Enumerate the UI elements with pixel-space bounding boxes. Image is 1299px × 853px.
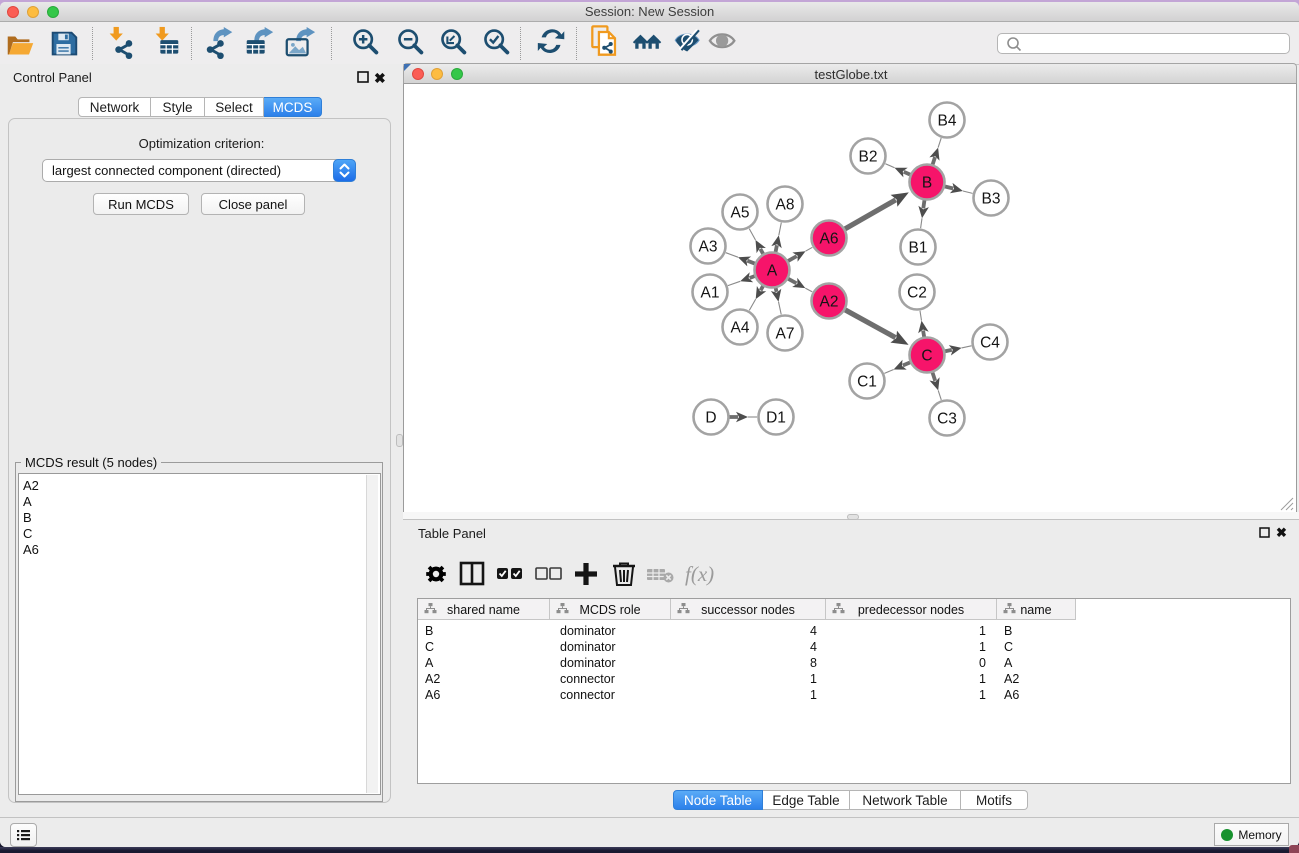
svg-text:A6: A6 [820, 231, 839, 248]
svg-text:A8: A8 [776, 197, 795, 214]
svg-text:A: A [767, 263, 778, 280]
svg-text:C4: C4 [980, 335, 1000, 352]
svg-text:C3: C3 [937, 411, 957, 428]
svg-text:D: D [705, 410, 716, 427]
svg-text:A1: A1 [701, 285, 720, 302]
svg-text:C1: C1 [857, 374, 877, 391]
svg-text:C2: C2 [907, 285, 927, 302]
svg-text:D1: D1 [766, 410, 786, 427]
svg-text:A3: A3 [699, 239, 718, 256]
svg-text:A7: A7 [776, 326, 795, 343]
svg-text:B: B [922, 175, 932, 192]
svg-text:A2: A2 [820, 294, 839, 311]
svg-text:B2: B2 [859, 149, 878, 166]
svg-text:B1: B1 [909, 240, 928, 257]
svg-text:A4: A4 [731, 320, 750, 337]
svg-text:A5: A5 [731, 205, 750, 222]
svg-text:B3: B3 [982, 191, 1001, 208]
svg-text:B4: B4 [938, 113, 957, 130]
svg-text:C: C [921, 348, 932, 365]
svg-text:f(x): f(x) [685, 562, 714, 586]
